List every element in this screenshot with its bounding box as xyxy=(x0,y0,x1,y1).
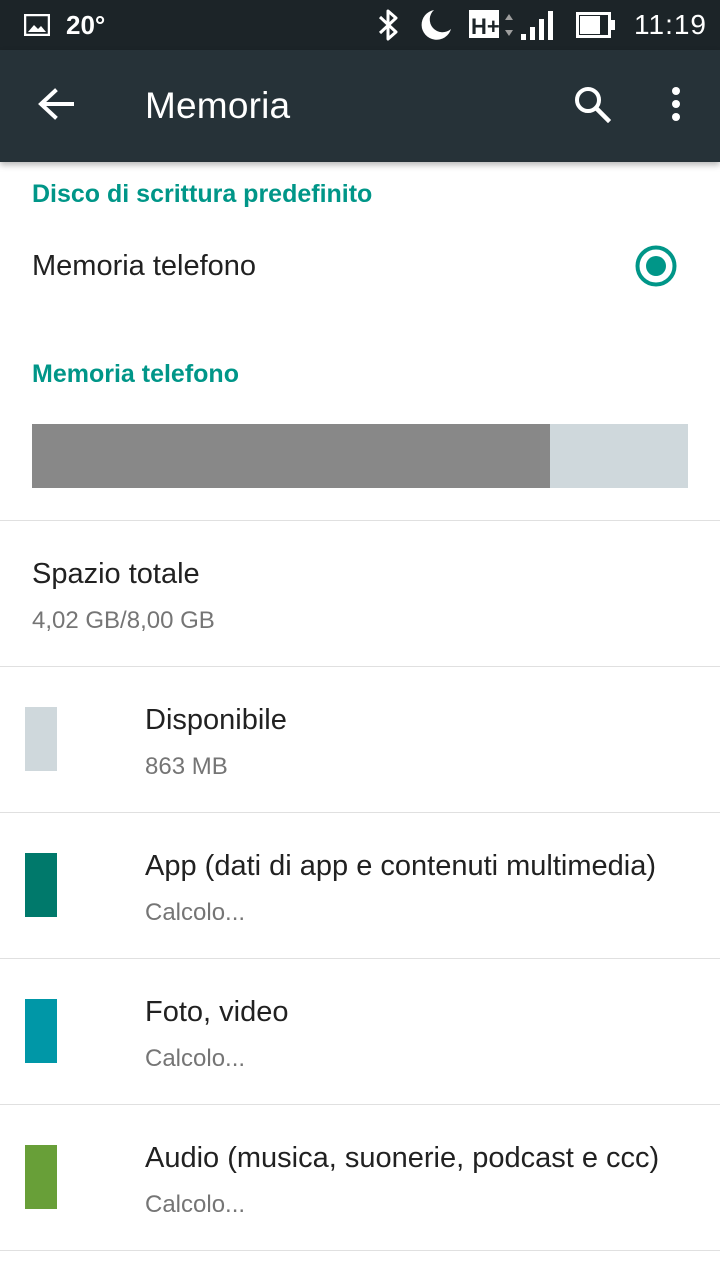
category-title: App (dati di app e contenuti multimedia) xyxy=(145,850,657,882)
color-swatch-photos-videos xyxy=(25,999,57,1063)
color-swatch-audio xyxy=(25,1145,57,1209)
do-not-disturb-moon-icon xyxy=(418,0,454,50)
default-disk-option-label: Memoria telefono xyxy=(32,250,257,282)
category-title: Foto, video xyxy=(145,996,289,1028)
signal-icon xyxy=(520,0,556,50)
search-button[interactable] xyxy=(558,72,626,140)
storage-usage-bar xyxy=(32,424,688,488)
radio-button-selected[interactable] xyxy=(634,244,678,288)
app-toolbar: Memoria xyxy=(0,50,720,162)
total-space-title: Spazio totale xyxy=(32,558,200,590)
status-bar: 20° H+ 11:19 xyxy=(0,0,720,50)
section-header-phone-memory: Memoria telefono xyxy=(32,360,239,388)
color-swatch-available xyxy=(25,707,57,771)
network-type-text: H+ xyxy=(471,14,500,39)
category-size: Calcolo... xyxy=(145,899,246,926)
category-title: Disponibile xyxy=(145,704,287,736)
storage-category-available[interactable]: Disponibile 863 MB xyxy=(0,667,720,812)
clock-text: 11:19 xyxy=(634,9,707,40)
search-icon xyxy=(573,85,612,128)
temperature-text: 20° xyxy=(66,9,106,40)
storage-used-segment xyxy=(32,424,551,488)
battery-icon xyxy=(576,0,616,50)
storage-category-audio[interactable]: Audio (musica, suonerie, podcast e ccc) … xyxy=(0,1105,720,1250)
settings-content: Disco di scrittura predefinito Memoria t… xyxy=(0,162,720,1280)
total-space-row[interactable]: Spazio totale 4,02 GB/8,00 GB xyxy=(0,521,720,666)
storage-category-photos-videos[interactable]: Foto, video Calcolo... xyxy=(0,959,720,1104)
category-size: Calcolo... xyxy=(145,1191,246,1218)
category-title: Audio (musica, suonerie, podcast e ccc) xyxy=(145,1142,660,1174)
divider xyxy=(0,1250,720,1251)
h-plus-network-icon: H+ xyxy=(468,0,518,50)
total-space-value: 4,02 GB/8,00 GB xyxy=(32,607,215,634)
category-size: 863 MB xyxy=(145,753,228,780)
color-swatch-apps xyxy=(25,853,57,917)
image-icon xyxy=(24,0,50,50)
more-vert-icon xyxy=(671,86,681,127)
back-button[interactable] xyxy=(22,72,90,140)
default-disk-option-row[interactable]: Memoria telefono xyxy=(0,222,720,310)
section-header-default-disk: Disco di scrittura predefinito xyxy=(32,180,373,208)
more-options-button[interactable] xyxy=(642,72,710,140)
bluetooth-icon xyxy=(376,0,402,50)
page-title: Memoria xyxy=(145,85,291,126)
storage-category-apps[interactable]: App (dati di app e contenuti multimedia)… xyxy=(0,813,720,958)
category-size: Calcolo... xyxy=(145,1045,246,1072)
arrow-back-icon xyxy=(38,87,74,125)
